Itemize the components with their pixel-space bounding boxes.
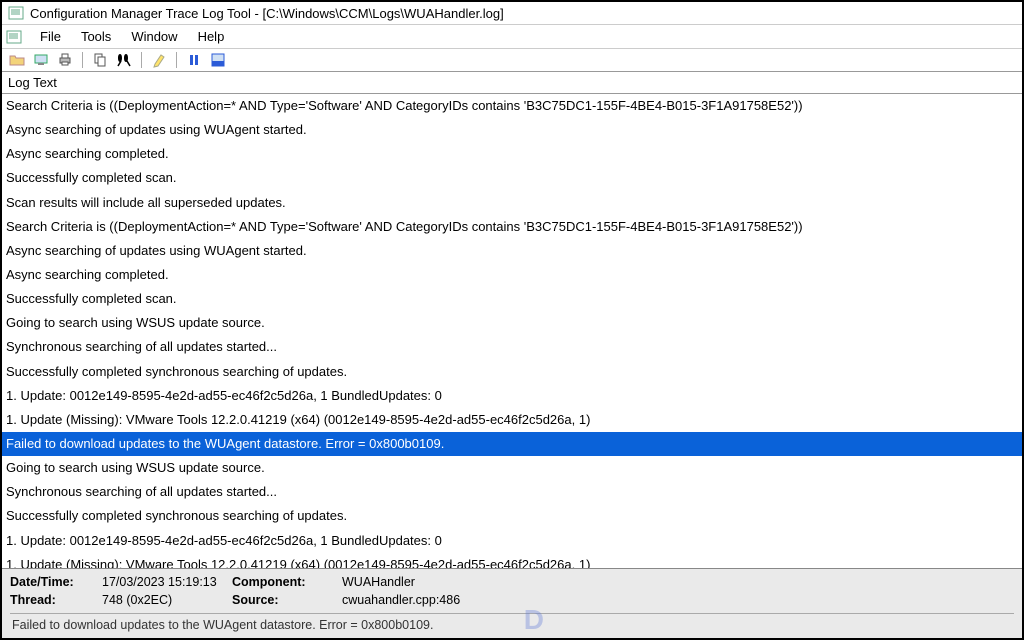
log-row[interactable]: Async searching of updates using WUAgent… bbox=[2, 118, 1022, 142]
label-datetime: Date/Time: bbox=[10, 575, 102, 589]
log-row[interactable]: 1. Update (Missing): VMware Tools 12.2.0… bbox=[2, 553, 1022, 568]
log-row[interactable]: Async searching completed. bbox=[2, 142, 1022, 166]
value-source: cwuahandler.cpp:486 bbox=[342, 593, 1014, 607]
pause-icon[interactable] bbox=[185, 51, 203, 69]
doc-icon bbox=[6, 29, 22, 45]
log-row[interactable]: Search Criteria is ((DeploymentAction=* … bbox=[2, 215, 1022, 239]
status-text: Failed to download updates to the WUAgen… bbox=[12, 618, 433, 632]
toolbar-separator-3 bbox=[176, 52, 177, 68]
highlight-icon[interactable] bbox=[150, 51, 168, 69]
menu-bar: File Tools Window Help bbox=[2, 25, 1022, 49]
menu-file[interactable]: File bbox=[30, 27, 71, 46]
log-row[interactable]: Scan results will include all superseded… bbox=[2, 191, 1022, 215]
window-title: Configuration Manager Trace Log Tool - [… bbox=[30, 6, 504, 21]
label-source: Source: bbox=[232, 593, 342, 607]
log-row[interactable]: Synchronous searching of all updates sta… bbox=[2, 335, 1022, 359]
log-row[interactable]: Async searching completed. bbox=[2, 263, 1022, 287]
log-row[interactable]: Successfully completed scan. bbox=[2, 287, 1022, 311]
open-icon[interactable] bbox=[8, 51, 26, 69]
watermark-icon: D bbox=[524, 604, 544, 636]
log-row[interactable]: 1. Update (Missing): VMware Tools 12.2.0… bbox=[2, 408, 1022, 432]
log-row[interactable]: Successfully completed scan. bbox=[2, 166, 1022, 190]
toolbar-separator-2 bbox=[141, 52, 142, 68]
log-row[interactable]: Search Criteria is ((DeploymentAction=* … bbox=[2, 94, 1022, 118]
log-row[interactable]: Successfully completed synchronous searc… bbox=[2, 504, 1022, 528]
print-icon[interactable] bbox=[56, 51, 74, 69]
toolbar bbox=[2, 49, 1022, 72]
autoscroll-icon[interactable] bbox=[209, 51, 227, 69]
menu-tools[interactable]: Tools bbox=[71, 27, 121, 46]
toolbar-separator bbox=[82, 52, 83, 68]
log-row[interactable]: Going to search using WSUS update source… bbox=[2, 311, 1022, 335]
value-datetime: 17/03/2023 15:19:13 bbox=[102, 575, 232, 589]
label-thread: Thread: bbox=[10, 593, 102, 607]
detail-panel: Date/Time: 17/03/2023 15:19:13 Component… bbox=[2, 568, 1022, 638]
column-header-log-text[interactable]: Log Text bbox=[2, 72, 1022, 94]
log-row[interactable]: Successfully completed synchronous searc… bbox=[2, 360, 1022, 384]
log-row[interactable]: Synchronous searching of all updates sta… bbox=[2, 480, 1022, 504]
log-row[interactable]: 1. Update: 0012e149-8595-4e2d-ad55-ec46f… bbox=[2, 384, 1022, 408]
value-thread: 748 (0x2EC) bbox=[102, 593, 232, 607]
menu-window[interactable]: Window bbox=[121, 27, 187, 46]
log-row[interactable]: Failed to download updates to the WUAgen… bbox=[2, 432, 1022, 456]
log-row[interactable]: Going to search using WSUS update source… bbox=[2, 456, 1022, 480]
menu-help[interactable]: Help bbox=[188, 27, 235, 46]
find-icon[interactable] bbox=[115, 51, 133, 69]
log-row[interactable]: Async searching of updates using WUAgent… bbox=[2, 239, 1022, 263]
open-server-icon[interactable] bbox=[32, 51, 50, 69]
label-component: Component: bbox=[232, 575, 342, 589]
title-bar: Configuration Manager Trace Log Tool - [… bbox=[2, 2, 1022, 25]
value-component: WUAHandler bbox=[342, 575, 1014, 589]
copy-icon[interactable] bbox=[91, 51, 109, 69]
status-bar: Failed to download updates to the WUAgen… bbox=[10, 613, 1014, 634]
app-icon bbox=[8, 5, 24, 21]
log-row[interactable]: 1. Update: 0012e149-8595-4e2d-ad55-ec46f… bbox=[2, 529, 1022, 553]
log-grid[interactable]: Search Criteria is ((DeploymentAction=* … bbox=[2, 94, 1022, 568]
